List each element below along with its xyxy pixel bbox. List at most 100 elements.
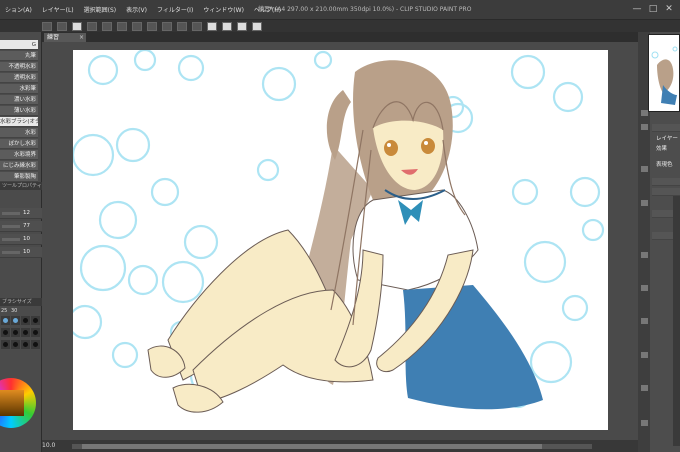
navigator-icon[interactable] [641,110,648,116]
brush-size-swatch[interactable] [31,340,40,349]
bubble [569,176,601,208]
brush-size-row [1,328,41,337]
sub-tool-item[interactable]: ぼかし水彩 [0,139,38,149]
new-icon[interactable] [57,21,67,31]
navigator-preview[interactable] [648,34,680,112]
maximize-button[interactable]: □ [646,3,660,15]
undo-icon[interactable] [102,21,112,31]
property-row[interactable]: 10 [0,247,42,258]
sub-tool-item[interactable]: 丸筆 [0,51,38,61]
bubble [73,133,115,177]
menu-view[interactable]: 表示(V) [121,5,152,14]
bubble [511,178,539,206]
menu-window[interactable]: ウィンドウ(W) [198,5,249,14]
menu-filter[interactable]: フィルター(I) [152,5,198,14]
property-row[interactable]: 10 [0,234,42,245]
brush-size-header: ブラシサイズ [0,298,42,306]
bubble [150,177,180,207]
deselect-icon[interactable] [192,21,202,31]
command-bar [0,20,680,32]
brush-size-swatch[interactable] [21,316,30,325]
sub-tool-item[interactable]: 水彩筆 [0,84,38,94]
select-all-icon[interactable] [177,21,187,31]
brush-size-swatch[interactable] [31,328,40,337]
layer-property-icon[interactable] [641,124,648,130]
window-title: 練習* (A4 297.00 x 210.00mm 350dpi 10.0%) … [258,6,472,13]
ruler-icon[interactable] [237,21,247,31]
sub-tool-item[interactable]: 筆影製陶 [0,172,38,182]
layer-property-row[interactable] [652,124,680,132]
eye-icon[interactable] [42,21,52,31]
menu-layer[interactable]: レイヤー(L) [37,5,79,14]
snap-icon[interactable] [222,21,232,31]
sub-tool-item[interactable]: 水彩境界 [0,150,38,160]
property-value: 77 [23,223,30,229]
brush-size-row [1,316,41,325]
brush-size-swatch[interactable] [1,340,10,349]
drawing-canvas[interactable] [73,50,608,430]
bubble [98,200,138,240]
bubble [523,240,567,284]
brush-size-swatch[interactable] [11,328,20,337]
bubble [111,341,139,369]
bubble [552,81,584,113]
bubble [581,218,605,242]
layer-icon[interactable] [641,166,648,172]
layer-row[interactable] [652,178,680,186]
bubble [161,260,205,304]
brush-size-swatch[interactable] [21,340,30,349]
sub-tool-item[interactable]: 不透明水彩 [0,62,38,72]
sub-tool-item[interactable]: 薄い水彩 [0,106,38,116]
invert-icon[interactable] [207,21,217,31]
sub-tool-item[interactable]: G [0,40,38,50]
eye-icon[interactable] [641,318,648,324]
eye-icon[interactable] [641,252,648,258]
transform-icon[interactable] [147,21,157,31]
grid-icon[interactable] [252,21,262,31]
document-tab[interactable]: 練習 × [44,33,86,42]
brush-size-swatch[interactable] [21,328,30,337]
eye-icon[interactable] [641,285,648,291]
brush-size-swatch[interactable] [1,328,10,337]
close-button[interactable]: ✕ [662,3,676,15]
auto-action-icon[interactable] [641,200,648,206]
sub-tool-item[interactable]: にじみ縁水彩 [0,161,38,171]
brush-size-swatch[interactable] [11,316,20,325]
eye-icon[interactable] [641,385,648,391]
layer-list-scrollbar[interactable] [673,196,680,446]
bubble [115,127,151,163]
layer-row[interactable] [652,188,680,196]
sub-tool-item[interactable]: 透明水彩 [0,73,38,83]
sub-tool-item[interactable]: 水彩ブラシ(オタ) [0,117,38,127]
navigator-thumbnail [649,35,679,111]
scrollbar-thumb[interactable] [82,444,542,449]
color-picker-square[interactable] [0,390,24,416]
redo-icon[interactable] [117,21,127,31]
close-tab-icon[interactable]: × [79,33,84,42]
minimize-button[interactable]: — [630,3,644,15]
menu-animation[interactable]: ション(A) [0,5,37,14]
eye-icon[interactable] [641,352,648,358]
document-tab-bar: 練習 × [42,32,638,42]
canvas-area [42,42,638,440]
sub-tool-item[interactable]: 水彩 [0,128,38,138]
open-icon[interactable] [72,21,82,31]
property-value: 12 [23,210,30,216]
expression-color-label: 表現色 [656,162,673,168]
property-row[interactable]: 77 [0,221,42,232]
bubble [183,224,219,260]
clear-icon[interactable] [132,21,142,31]
property-value: 10 [23,236,30,242]
brush-size-swatch[interactable] [11,340,20,349]
brush-size-swatch[interactable] [31,316,40,325]
bubble [561,294,589,322]
fill-icon[interactable] [162,21,172,31]
property-row[interactable]: 12 [0,208,42,219]
brush-size-labels: 25 30 [1,308,18,314]
zoom-level[interactable]: 10.0 [42,442,55,449]
brush-size-swatch[interactable] [1,316,10,325]
sub-tool-item[interactable]: 濃い水彩 [0,95,38,105]
eye-icon[interactable] [641,420,648,426]
save-icon[interactable] [87,21,97,31]
menu-selection[interactable]: 選択範囲(S) [79,5,122,14]
